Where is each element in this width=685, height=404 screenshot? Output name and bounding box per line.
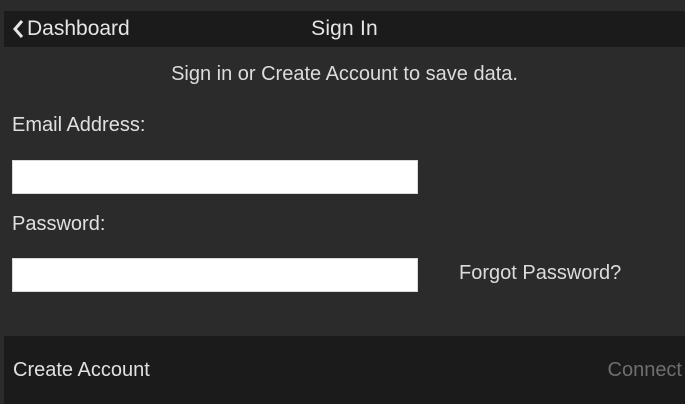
password-label: Password: — [12, 213, 106, 235]
footer-bar: Create Account Connect — [4, 336, 685, 404]
back-to-dashboard-button[interactable]: Dashboard — [13, 11, 130, 47]
intro-text: Sign in or Create Account to save data. — [171, 63, 518, 85]
create-account-button[interactable]: Create Account — [13, 336, 150, 404]
header-bar: Sign In Dashboard — [4, 11, 685, 47]
email-field[interactable] — [12, 160, 418, 194]
sign-in-form: Sign in or Create Account to save data. … — [4, 47, 685, 336]
sign-in-screen: Sign In Dashboard Sign in or Create Acco… — [0, 0, 685, 404]
chevron-left-icon — [13, 19, 24, 39]
forgot-password-link[interactable]: Forgot Password? — [459, 262, 621, 285]
password-field[interactable] — [12, 258, 418, 292]
back-button-label: Dashboard — [27, 17, 130, 40]
connect-button[interactable]: Connect — [608, 336, 683, 404]
email-label: Email Address: — [12, 114, 146, 136]
